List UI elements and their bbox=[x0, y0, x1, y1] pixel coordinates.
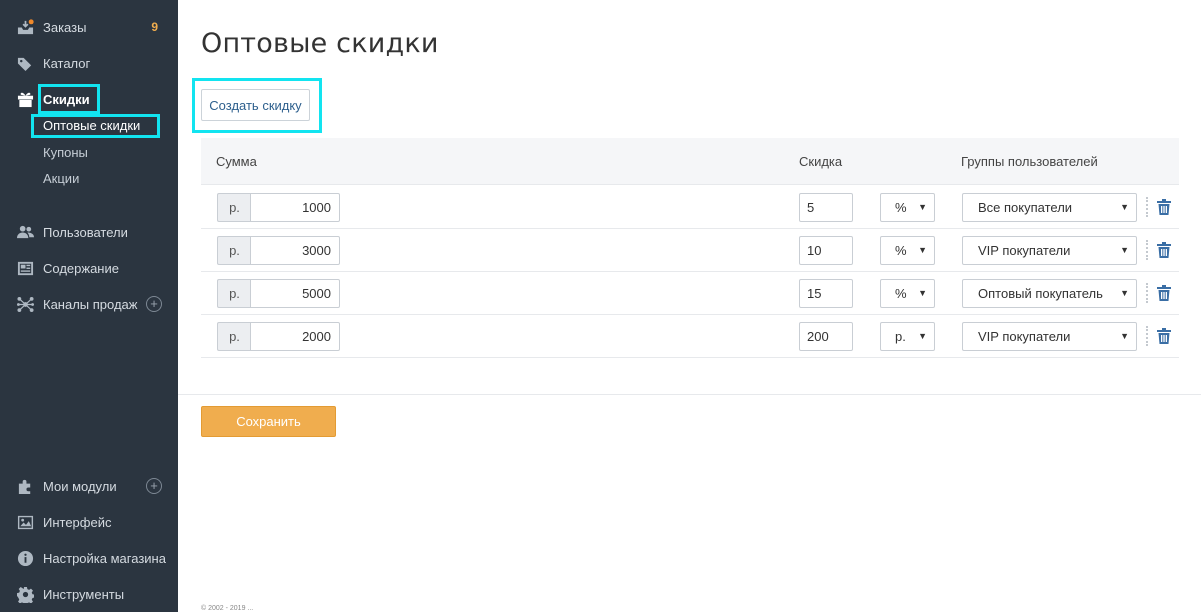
nav-my-modules-label: Мои модули bbox=[43, 478, 117, 494]
select-arrow-icon: ▼ bbox=[918, 331, 927, 341]
nav-tools-label: Инструменты bbox=[43, 586, 125, 602]
select-arrow-icon: ▼ bbox=[918, 245, 927, 255]
nav-orders-label: Заказы bbox=[43, 19, 87, 35]
nav-sub-coupons[interactable]: Купоны bbox=[43, 145, 88, 160]
currency-prefix: р. bbox=[217, 193, 251, 222]
divider bbox=[178, 394, 1201, 395]
user-group-select[interactable]: Все покупатели ▼ bbox=[962, 193, 1137, 222]
user-group-select[interactable]: VIP покупатели ▼ bbox=[962, 236, 1137, 265]
discount-unit-select[interactable]: р. ▼ bbox=[880, 322, 935, 351]
nav-interface-label: Интерфейс bbox=[43, 514, 112, 530]
select-arrow-icon: ▼ bbox=[1120, 245, 1129, 255]
nav-catalog[interactable]: Каталог bbox=[0, 51, 178, 75]
currency-prefix: р. bbox=[217, 236, 251, 265]
nav-users[interactable]: Пользователи bbox=[0, 220, 178, 244]
nav-discounts[interactable]: Скидки bbox=[0, 87, 178, 111]
nav-sub-wholesale-discounts[interactable]: Оптовые скидки bbox=[43, 118, 140, 133]
header-user-groups: Группы пользователей bbox=[961, 154, 1098, 169]
discount-unit-value: р. bbox=[895, 329, 906, 344]
info-icon bbox=[16, 549, 34, 567]
gift-icon bbox=[16, 90, 34, 108]
nav-discounts-label: Скидки bbox=[43, 91, 90, 107]
content-icon bbox=[16, 259, 34, 277]
discount-input[interactable] bbox=[799, 193, 853, 222]
currency-prefix: р. bbox=[217, 322, 251, 351]
discount-input[interactable] bbox=[799, 322, 853, 351]
nav-users-label: Пользователи bbox=[43, 224, 128, 240]
create-discount-button[interactable]: Создать скидку bbox=[201, 89, 310, 121]
table-row: р.%▼VIP покупатели▼ bbox=[201, 229, 1179, 272]
gear-icon bbox=[16, 585, 34, 603]
drag-handle-icon[interactable] bbox=[1146, 326, 1148, 346]
header-discount: Скидка bbox=[799, 154, 843, 169]
user-group-value: Все покупатели bbox=[978, 200, 1073, 215]
table-header: Сумма Скидка Группы пользователей bbox=[201, 138, 1179, 185]
user-group-select[interactable]: Оптовый покупатель ▼ bbox=[962, 279, 1137, 308]
drag-handle-icon[interactable] bbox=[1146, 240, 1148, 260]
sum-input[interactable] bbox=[250, 322, 340, 351]
sum-input[interactable] bbox=[250, 236, 340, 265]
nav-store-settings[interactable]: Настройка магазина bbox=[0, 546, 178, 570]
sitemap-icon bbox=[16, 295, 34, 313]
save-button[interactable]: Сохранить bbox=[201, 406, 336, 437]
discount-unit-select[interactable]: % ▼ bbox=[880, 279, 935, 308]
user-group-value: Оптовый покупатель bbox=[978, 286, 1103, 301]
discount-input[interactable] bbox=[799, 279, 853, 308]
select-arrow-icon: ▼ bbox=[918, 202, 927, 212]
table-row: р.%▼Все покупатели▼ bbox=[201, 186, 1179, 229]
discount-unit-select[interactable]: % ▼ bbox=[880, 193, 935, 222]
trash-icon[interactable] bbox=[1157, 242, 1171, 258]
nav-store-settings-label: Настройка магазина bbox=[43, 550, 166, 566]
select-arrow-icon: ▼ bbox=[1120, 202, 1129, 212]
select-arrow-icon: ▼ bbox=[918, 288, 927, 298]
select-arrow-icon: ▼ bbox=[1120, 331, 1129, 341]
discount-unit-select[interactable]: % ▼ bbox=[880, 236, 935, 265]
user-group-value: VIP покупатели bbox=[978, 329, 1071, 344]
nav-tools[interactable]: Инструменты bbox=[0, 582, 178, 606]
user-group-select[interactable]: VIP покупатели ▼ bbox=[962, 322, 1137, 351]
drag-handle-icon[interactable] bbox=[1146, 197, 1148, 217]
nav-sales-channels[interactable]: Каналы продаж + bbox=[0, 292, 178, 316]
trash-icon[interactable] bbox=[1157, 328, 1171, 344]
nav-sub-promotions[interactable]: Акции bbox=[43, 171, 79, 186]
orders-icon bbox=[16, 18, 34, 36]
add-channel-icon[interactable]: + bbox=[146, 296, 162, 312]
nav-content[interactable]: Содержание bbox=[0, 256, 178, 280]
nav-my-modules[interactable]: Мои модули + bbox=[0, 474, 178, 498]
table-row: р.%▼Оптовый покупатель▼ bbox=[201, 272, 1179, 315]
footer-copyright: © 2002 - 2019 ... bbox=[201, 605, 254, 612]
nav-catalog-label: Каталог bbox=[43, 55, 91, 71]
user-group-value: VIP покупатели bbox=[978, 243, 1071, 258]
users-icon bbox=[16, 223, 34, 241]
trash-icon[interactable] bbox=[1157, 285, 1171, 301]
orders-count-badge: 9 bbox=[151, 20, 158, 34]
add-module-icon[interactable]: + bbox=[146, 478, 162, 494]
sum-input[interactable] bbox=[250, 193, 340, 222]
discount-unit-value: % bbox=[895, 200, 907, 215]
nav-sales-channels-label: Каналы продаж bbox=[43, 296, 138, 312]
table-row: р. р. ▼ VIP покупатели ▼ bbox=[201, 315, 1179, 358]
nav-interface[interactable]: Интерфейс bbox=[0, 510, 178, 534]
discount-unit-value: % bbox=[895, 286, 907, 301]
select-arrow-icon: ▼ bbox=[1120, 288, 1129, 298]
page-title: Оптовые скидки bbox=[201, 28, 439, 59]
nav-orders[interactable]: Заказы 9 bbox=[0, 15, 178, 39]
nav-content-label: Содержание bbox=[43, 260, 119, 276]
currency-prefix: р. bbox=[217, 279, 251, 308]
trash-icon[interactable] bbox=[1157, 199, 1171, 215]
discount-unit-value: % bbox=[895, 243, 907, 258]
tags-icon bbox=[16, 54, 34, 72]
sum-input[interactable] bbox=[250, 279, 340, 308]
header-sum: Сумма bbox=[216, 154, 257, 169]
puzzle-icon bbox=[16, 477, 34, 495]
image-icon bbox=[16, 513, 34, 531]
drag-handle-icon[interactable] bbox=[1146, 283, 1148, 303]
sidebar: Заказы 9 Каталог Скидки Оптовые скидки К… bbox=[0, 0, 178, 612]
discount-input[interactable] bbox=[799, 236, 853, 265]
